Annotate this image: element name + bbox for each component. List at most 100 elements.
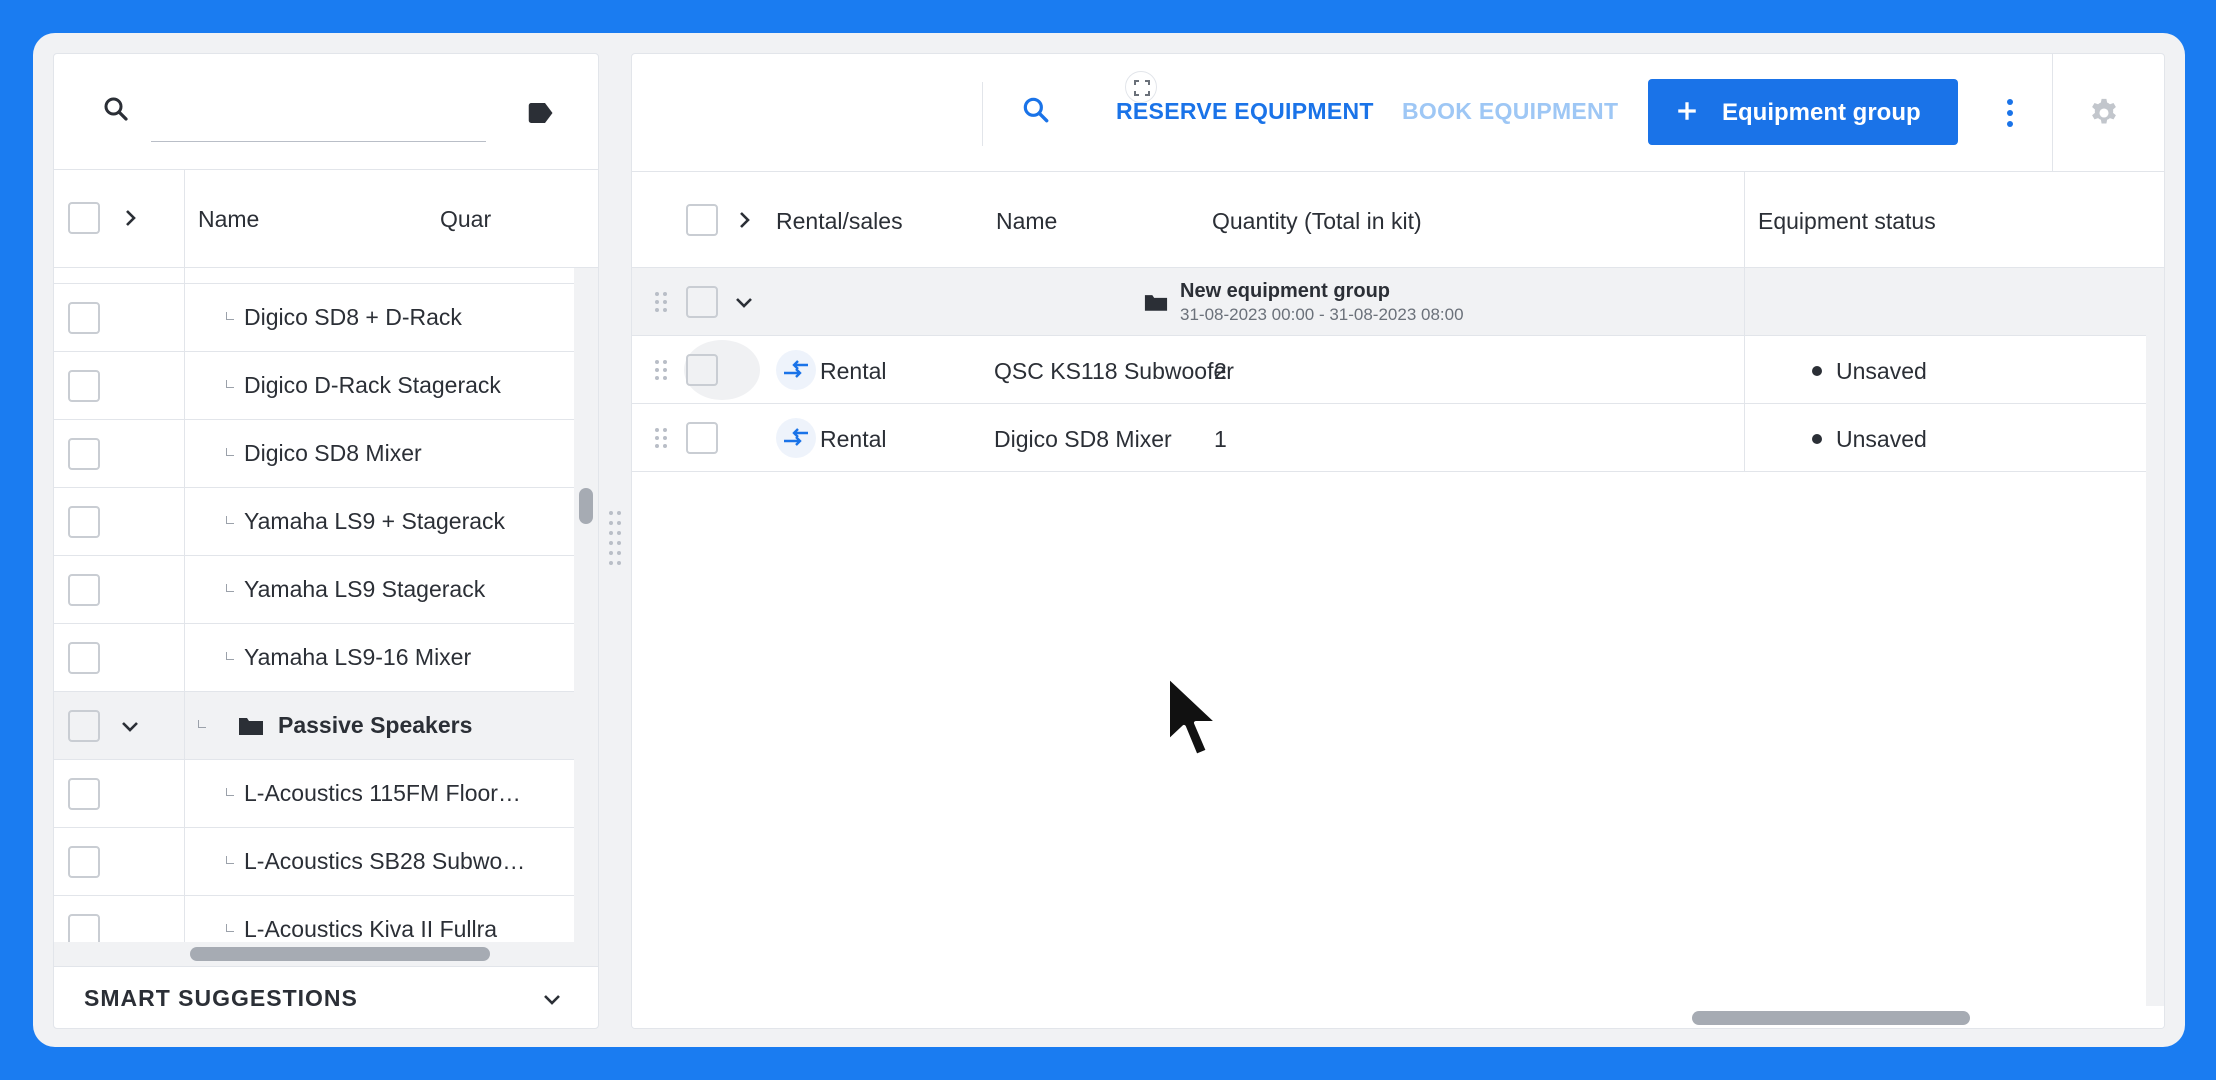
drag-grip-icon[interactable] (654, 427, 668, 449)
column-header-quantity[interactable]: Quar (440, 206, 491, 233)
list-item[interactable]: Digico D-Rack Stagerack (54, 352, 574, 420)
add-equipment-group-label: Equipment group (1722, 99, 1921, 126)
table-row[interactable]: Rental Digico SD8 Mixer 1 Unsaved (632, 404, 2146, 472)
tree-branch-icon (226, 312, 234, 320)
list-item[interactable]: Digico SD8 + D-Rack (54, 284, 574, 352)
chevron-right-icon[interactable] (118, 206, 142, 230)
list-item-label: L-Acoustics SB28 Subwo… (244, 848, 526, 874)
quantity-cell[interactable]: 1 (1214, 426, 1227, 453)
smart-suggestions-section[interactable]: SMART SUGGESTIONS (54, 966, 598, 1028)
chevron-down-icon[interactable] (118, 714, 142, 738)
column-divider (1744, 172, 1745, 268)
tree-branch-icon (226, 652, 234, 660)
vertical-scrollbar[interactable] (574, 268, 598, 942)
list-item-label: Digico SD8 + D-Rack (244, 304, 462, 330)
list-item[interactable]: Yamaha LS9-16 Mixer (54, 624, 574, 692)
row-checkbox[interactable] (68, 778, 100, 810)
search-underline (151, 141, 486, 142)
tag-icon[interactable] (524, 98, 556, 128)
status-cell: Unsaved (1836, 426, 1927, 452)
row-checkbox[interactable] (68, 642, 100, 674)
row-checkbox[interactable] (68, 302, 100, 334)
row-checkbox[interactable] (686, 286, 718, 318)
book-equipment-button[interactable]: BOOK EQUIPMENT (1402, 98, 1618, 125)
chevron-down-icon[interactable] (732, 290, 756, 314)
add-equipment-group-button[interactable]: Equipment group (1648, 79, 1958, 145)
column-divider (1744, 404, 1745, 471)
column-header-name[interactable]: Name (996, 208, 1057, 235)
gear-icon[interactable] (2087, 96, 2121, 130)
drag-grip-icon[interactable] (654, 291, 668, 313)
mouse-cursor-icon (1166, 674, 1220, 758)
column-divider (184, 268, 185, 942)
equipment-browser-panel: Name Quar Digico SD8 + D-Rack Digico D-R… (53, 53, 599, 1029)
group-name[interactable]: New equipment group (1180, 280, 1390, 303)
list-item[interactable]: Digico SD8 Mixer (54, 420, 574, 488)
smart-suggestions-label: SMART SUGGESTIONS (84, 985, 358, 1011)
chevron-down-icon[interactable] (540, 987, 564, 1011)
row-checkbox[interactable] (686, 422, 718, 454)
column-header-rental-sales[interactable]: Rental/sales (776, 208, 903, 235)
column-header-name[interactable]: Name (198, 206, 259, 233)
folder-icon (1144, 295, 1168, 311)
settings-area (2052, 54, 2164, 172)
row-checkbox[interactable] (68, 574, 100, 606)
equipment-list-panel: RESERVE EQUIPMENT BOOK EQUIPMENT Equipme… (631, 53, 2165, 1029)
list-item-label: Yamaha LS9-16 Mixer (244, 644, 472, 670)
list-item-label: Digico D-Rack Stagerack (244, 372, 501, 398)
table-row[interactable]: Rental QSC KS118 Subwoofer 2 Unsaved (632, 336, 2146, 404)
drag-grip-icon[interactable] (654, 359, 668, 381)
fullscreen-icon (1134, 80, 1150, 96)
tree-branch-icon (226, 448, 234, 456)
column-header-quantity[interactable]: Quantity (Total in kit) (1212, 208, 1422, 235)
select-all-checkbox[interactable] (68, 202, 100, 234)
equipment-table-header: Rental/sales Name Quantity (Total in kit… (632, 172, 2164, 268)
row-checkbox[interactable] (68, 914, 100, 942)
tree-branch-icon (226, 788, 234, 796)
row-checkbox[interactable] (68, 506, 100, 538)
search-icon[interactable] (1020, 94, 1052, 126)
list-item-label: L-Acoustics Kiva II Fullra (244, 916, 498, 942)
search-icon[interactable] (101, 94, 131, 124)
rental-type-cell: Rental (820, 426, 887, 452)
equipment-list: Digico SD8 + D-Rack Digico D-Rack Stager… (54, 268, 574, 942)
tree-branch-icon (198, 720, 206, 728)
vertical-scrollbar[interactable] (2146, 268, 2164, 1008)
status-dot-icon (1812, 434, 1822, 444)
row-checkbox[interactable] (686, 354, 718, 386)
fullscreen-toggle[interactable] (1125, 71, 1157, 103)
equipment-search-input[interactable] (154, 104, 484, 136)
list-item-label: Yamaha LS9 + Stagerack (244, 508, 506, 534)
list-item[interactable]: Yamaha LS9 + Stagerack (54, 488, 574, 556)
equipment-group-row[interactable]: New equipment group 31-08-2023 00:00 - 3… (632, 268, 2146, 336)
quantity-cell[interactable]: 2 (1214, 358, 1227, 385)
tree-branch-icon (226, 584, 234, 592)
horizontal-scrollbar[interactable] (632, 1006, 2164, 1028)
column-divider (1744, 336, 1745, 403)
list-item[interactable]: L-Acoustics Kiva II Fullra (54, 896, 574, 942)
row-checkbox[interactable] (68, 846, 100, 878)
kebab-icon[interactable] (2004, 98, 2016, 128)
equipment-name-cell[interactable]: QSC KS118 Subwoofer (994, 358, 1234, 385)
panel-resize-grip-icon[interactable] (607, 509, 623, 573)
select-all-checkbox[interactable] (686, 204, 718, 236)
list-item-label: Yamaha LS9 Stagerack (244, 576, 486, 602)
horizontal-scroll-thumb[interactable] (1692, 1011, 1970, 1025)
horizontal-scrollbar[interactable] (54, 942, 598, 966)
list-item[interactable]: L-Acoustics 115FM Floor… (54, 760, 574, 828)
list-group-row[interactable]: Passive Speakers (54, 692, 574, 760)
row-checkbox[interactable] (68, 710, 100, 742)
column-divider (1744, 268, 1745, 335)
horizontal-scroll-thumb[interactable] (190, 947, 490, 961)
chevron-right-icon[interactable] (732, 208, 756, 232)
column-header-status[interactable]: Equipment status (1758, 208, 1936, 235)
list-item[interactable] (54, 268, 574, 284)
row-checkbox[interactable] (68, 438, 100, 470)
toolbar-divider (982, 82, 983, 146)
row-checkbox[interactable] (68, 370, 100, 402)
list-item-label: L-Acoustics 115FM Floor… (244, 780, 521, 806)
equipment-name-cell[interactable]: Digico SD8 Mixer (994, 426, 1172, 453)
list-item[interactable]: L-Acoustics SB28 Subwo… (54, 828, 574, 896)
list-item[interactable]: Yamaha LS9 Stagerack (54, 556, 574, 624)
vertical-scroll-thumb[interactable] (579, 488, 593, 524)
